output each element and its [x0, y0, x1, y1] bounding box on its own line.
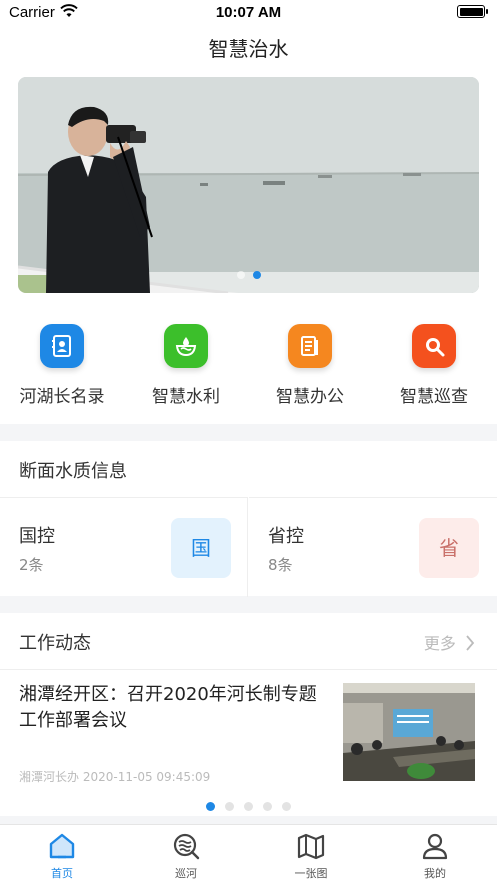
card-name: 国控: [19, 526, 55, 547]
tab-home[interactable]: 首页: [12, 831, 112, 881]
banner-dot[interactable]: [236, 271, 245, 279]
tab-label: 巡河: [175, 867, 197, 880]
quick-action-water[interactable]: 智慧水利: [124, 324, 248, 407]
water-drop-icon: [164, 324, 208, 368]
status-bar: Carrier 10:07 AM: [0, 0, 497, 26]
tab-profile[interactable]: 我的: [385, 831, 485, 881]
search-icon: [412, 324, 456, 368]
quick-action-office[interactable]: 智慧办公: [248, 324, 372, 407]
chevron-right-icon: [466, 635, 475, 651]
quick-action-label: 河湖长名录: [19, 387, 105, 407]
banner-section: [0, 72, 497, 304]
news-title: 湘潭经开区：召开2020年河长制专题工作部署会议: [19, 684, 317, 731]
card-name: 省控: [268, 526, 304, 547]
tab-label: 首页: [51, 867, 73, 880]
card-count: 8条: [268, 556, 293, 574]
banner-dot-active[interactable]: [252, 271, 261, 279]
tab-river-patrol[interactable]: 巡河: [136, 831, 236, 881]
river-patrol-icon: [173, 833, 200, 860]
news-meta: 湘潭河长办 2020-11-05 09:45:09: [19, 768, 210, 785]
news-page-dot[interactable]: [225, 802, 234, 811]
quick-actions: 河湖长名录 智慧水利 智慧办公 智慧巡查: [0, 304, 497, 424]
quick-action-label: 智慧巡查: [400, 387, 468, 407]
section-title: 断面水质信息: [19, 461, 127, 482]
news-page-dot[interactable]: [244, 802, 253, 811]
quick-action-inspection[interactable]: 智慧巡查: [372, 324, 496, 407]
section-title: 工作动态: [19, 633, 91, 654]
more-link[interactable]: 更多: [424, 630, 475, 654]
news-page-dot[interactable]: [263, 802, 272, 811]
document-icon: [288, 324, 332, 368]
news-source: 湘潭河长办: [19, 770, 80, 784]
banner-carousel[interactable]: [18, 77, 479, 293]
more-label: 更多: [423, 634, 456, 653]
provincial-control-card[interactable]: 省控 8条 省: [249, 497, 497, 597]
news-page-dot-active[interactable]: [206, 802, 215, 811]
card-count: 2条: [19, 556, 44, 574]
national-control-card[interactable]: 国控 2条 国: [0, 497, 248, 597]
water-quality-section: 断面水质信息 国控 2条 国 省控 8条 省: [0, 441, 497, 597]
profile-icon: [422, 833, 448, 860]
news-date: 2020-11-05 09:45:09: [82, 770, 211, 784]
tab-label: 我的: [424, 867, 446, 880]
page-title: 智慧治水: [0, 26, 497, 72]
tab-label: 一张图: [294, 867, 328, 880]
news-pager: [0, 796, 497, 815]
provincial-badge: 省: [419, 518, 479, 578]
quick-action-label: 智慧办公: [276, 387, 344, 407]
quick-action-label: 智慧水利: [152, 387, 220, 407]
news-item[interactable]: 湘潭经开区：召开2020年河长制专题工作部署会议 湘潭河长办 2020-11-0…: [0, 669, 497, 793]
clock: 10:07 AM: [215, 4, 282, 21]
national-badge: 国: [171, 518, 231, 578]
home-icon: [49, 833, 75, 859]
tab-map[interactable]: 一张图: [261, 831, 361, 881]
directory-icon: [40, 324, 84, 368]
battery-icon: [457, 5, 488, 18]
quick-action-directory[interactable]: 河湖长名录: [0, 324, 124, 407]
news-page-dot[interactable]: [282, 802, 291, 811]
news-thumbnail: [343, 683, 475, 781]
map-icon: [297, 833, 325, 860]
banner-indicator: [18, 264, 479, 283]
banner-image: [18, 77, 479, 293]
tab-bar: 首页 巡河 一张图 我的: [0, 824, 497, 883]
news-section: 工作动态 更多 湘潭经开区：召开2020年河长制专题工作部署会议 湘潭河长办 2…: [0, 613, 497, 816]
